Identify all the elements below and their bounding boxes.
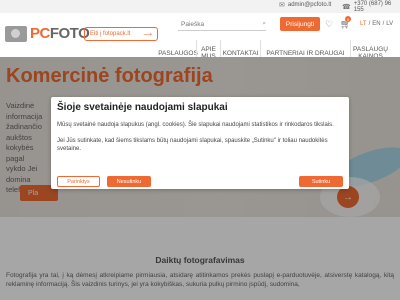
fotopack-link-button[interactable]: Eiti į fotopack.lt ⟶ <box>84 27 158 41</box>
phone-contact[interactable]: ☎ +370 (687) 96 155 <box>342 1 400 13</box>
cookie-settings-button[interactable]: Parinktys <box>57 176 100 187</box>
email-text: admin@pcfoto.lt <box>287 2 332 8</box>
cookie-title: Šioje svetainėje naudojami slapukai <box>57 102 228 113</box>
search-icon[interactable]: ⌕ <box>262 20 266 28</box>
lang-divider: / <box>382 21 385 27</box>
logo-text: PCFOTO <box>30 25 90 42</box>
camera-logo-icon <box>5 25 27 42</box>
heart-icon[interactable]: ♡ <box>325 19 333 30</box>
cookie-agree-button[interactable]: Sutinku <box>299 176 343 187</box>
lang-en[interactable]: EN <box>372 21 380 27</box>
fotopack-label: Eiti į fotopack.lt <box>90 31 131 37</box>
search-input[interactable] <box>181 20 251 28</box>
login-button[interactable]: Prisijungti <box>280 17 320 31</box>
lang-lt[interactable]: LT <box>360 21 367 27</box>
site-logo[interactable]: PCFOTO <box>5 25 90 42</box>
lang-divider: / <box>368 21 371 27</box>
logo-pc: PC <box>30 25 50 42</box>
cookie-decline-button[interactable]: Nesutinku <box>107 176 151 187</box>
lang-lv[interactable]: LV <box>386 21 393 27</box>
top-info-bar: ✉ admin@pcfoto.lt ☎ +370 (687) 96 155 <box>0 0 400 13</box>
cookie-text-2: Jei Jūs sutinkate, kad šiems tikslams bū… <box>57 138 328 152</box>
phone-icon: ☎ <box>342 4 351 11</box>
cookie-text-1: Mūsų svetainė naudoja slapukus (angl. co… <box>57 122 334 128</box>
email-contact[interactable]: ✉ admin@pcfoto.lt <box>279 1 331 9</box>
cookie-consent-dialog: Šioje svetainėje naudojami slapukai Mūsų… <box>51 97 349 189</box>
language-switcher: LT / EN / LV <box>360 21 393 27</box>
cart-count-badge: 0 <box>345 16 351 22</box>
envelope-icon: ✉ <box>279 2 285 9</box>
arrow-right-icon: ⟶ <box>143 31 152 38</box>
phone-text: +370 (687) 96 155 <box>353 1 392 13</box>
search-bar: ⌕ <box>178 18 266 31</box>
